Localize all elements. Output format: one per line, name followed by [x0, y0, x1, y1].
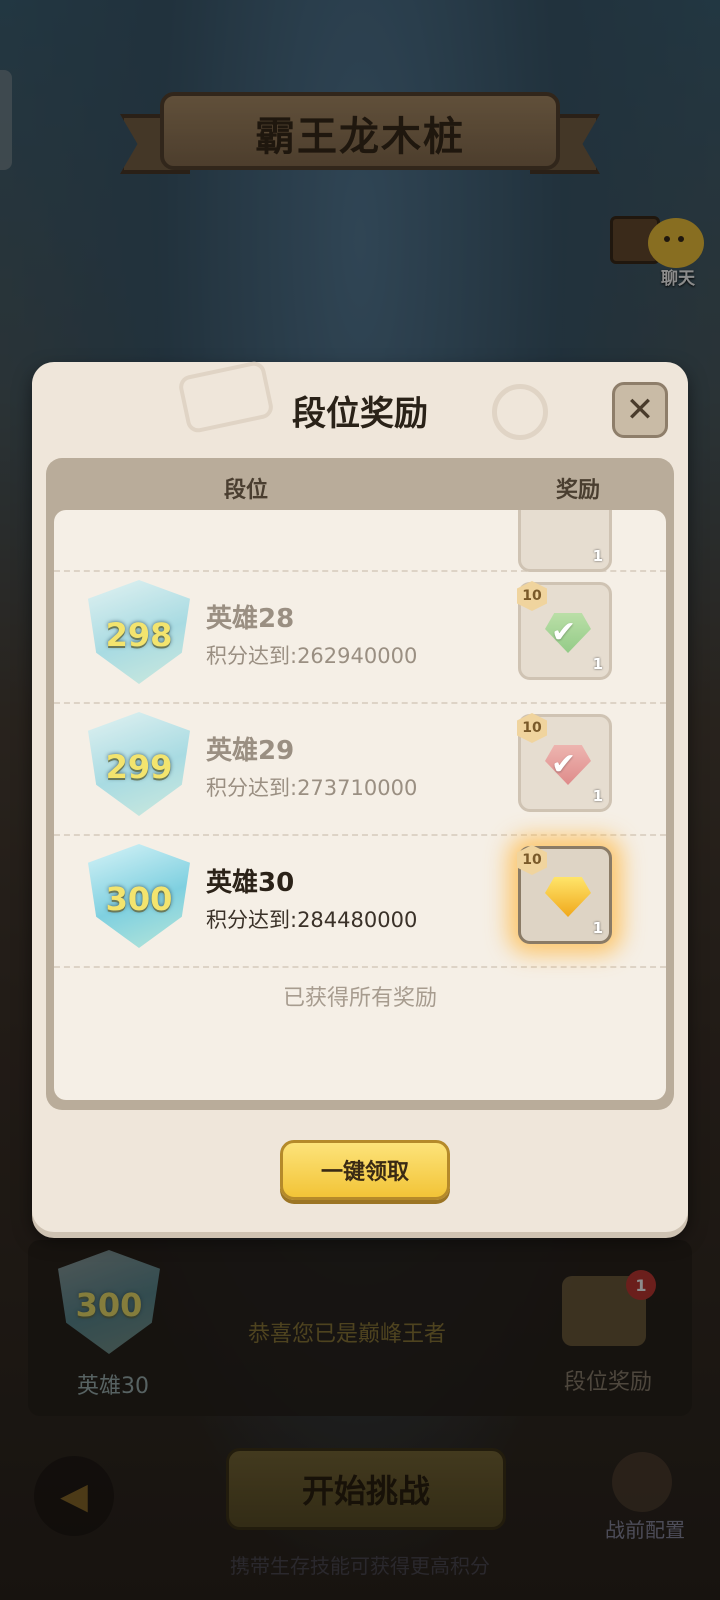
close-icon: ✕: [625, 390, 655, 430]
rank-score-requirement: 积分达到:284480000: [206, 908, 418, 932]
list-item: 1: [54, 510, 666, 572]
rank-number: 298: [105, 616, 173, 654]
close-button[interactable]: ✕: [612, 382, 668, 438]
reward-item[interactable]: 10 ✔ 1: [517, 713, 612, 812]
reward-count: 1: [592, 547, 603, 565]
column-header-rank: 段位: [224, 478, 269, 503]
rank-name: 英雄30: [206, 868, 295, 898]
rank-number: 300: [105, 880, 173, 918]
list-item: 298 英雄28 积分达到:262940000 10 ✔ 1: [54, 570, 666, 704]
rank-badge: 300: [82, 844, 196, 952]
reward-item[interactable]: 10 ✔ 1: [517, 581, 612, 680]
check-icon: ✔: [551, 615, 577, 650]
gold-gem-icon: [545, 877, 591, 917]
rank-list[interactable]: 1 298 英雄28 积分达到:262940000 10 ✔ 1 299 英雄2…: [54, 510, 666, 1100]
rank-number: 299: [105, 748, 173, 786]
reward-item: 1: [518, 510, 612, 572]
rank-score-requirement: 积分达到:273710000: [206, 776, 418, 800]
rank-score-requirement: 积分达到:262940000: [206, 644, 418, 668]
rank-name: 英雄28: [206, 604, 295, 634]
reward-count: 1: [592, 919, 603, 937]
reward-item[interactable]: 10 1: [517, 845, 612, 944]
reward-count: 1: [592, 655, 603, 673]
check-icon: ✔: [551, 747, 577, 782]
rank-badge: 299: [82, 712, 196, 820]
rank-reward-dialog: 段位奖励 ✕ 段位 奖励 1 298 英雄28 积分达到:262940000 1…: [32, 359, 688, 1232]
reward-level: 10: [517, 713, 547, 743]
dialog-title: 段位奖励: [292, 394, 428, 434]
rank-name: 英雄29: [206, 736, 295, 766]
list-item: 300 英雄30 积分达到:284480000 10 1: [54, 834, 666, 968]
rank-badge: 298: [82, 580, 196, 688]
reward-level: 10: [517, 581, 547, 611]
column-header-reward: 奖励: [556, 478, 601, 503]
rank-list-frame: 段位 奖励 1 298 英雄28 积分达到:262940000 10 ✔ 1 2…: [46, 458, 674, 1110]
claim-all-button[interactable]: 一键领取: [280, 1140, 450, 1200]
list-item: 299 英雄29 积分达到:273710000 10 ✔ 1: [54, 702, 666, 836]
reward-count: 1: [592, 787, 603, 805]
reward-level: 10: [517, 845, 547, 875]
all-rewards-obtained-text: 已获得所有奖励: [282, 986, 437, 1011]
